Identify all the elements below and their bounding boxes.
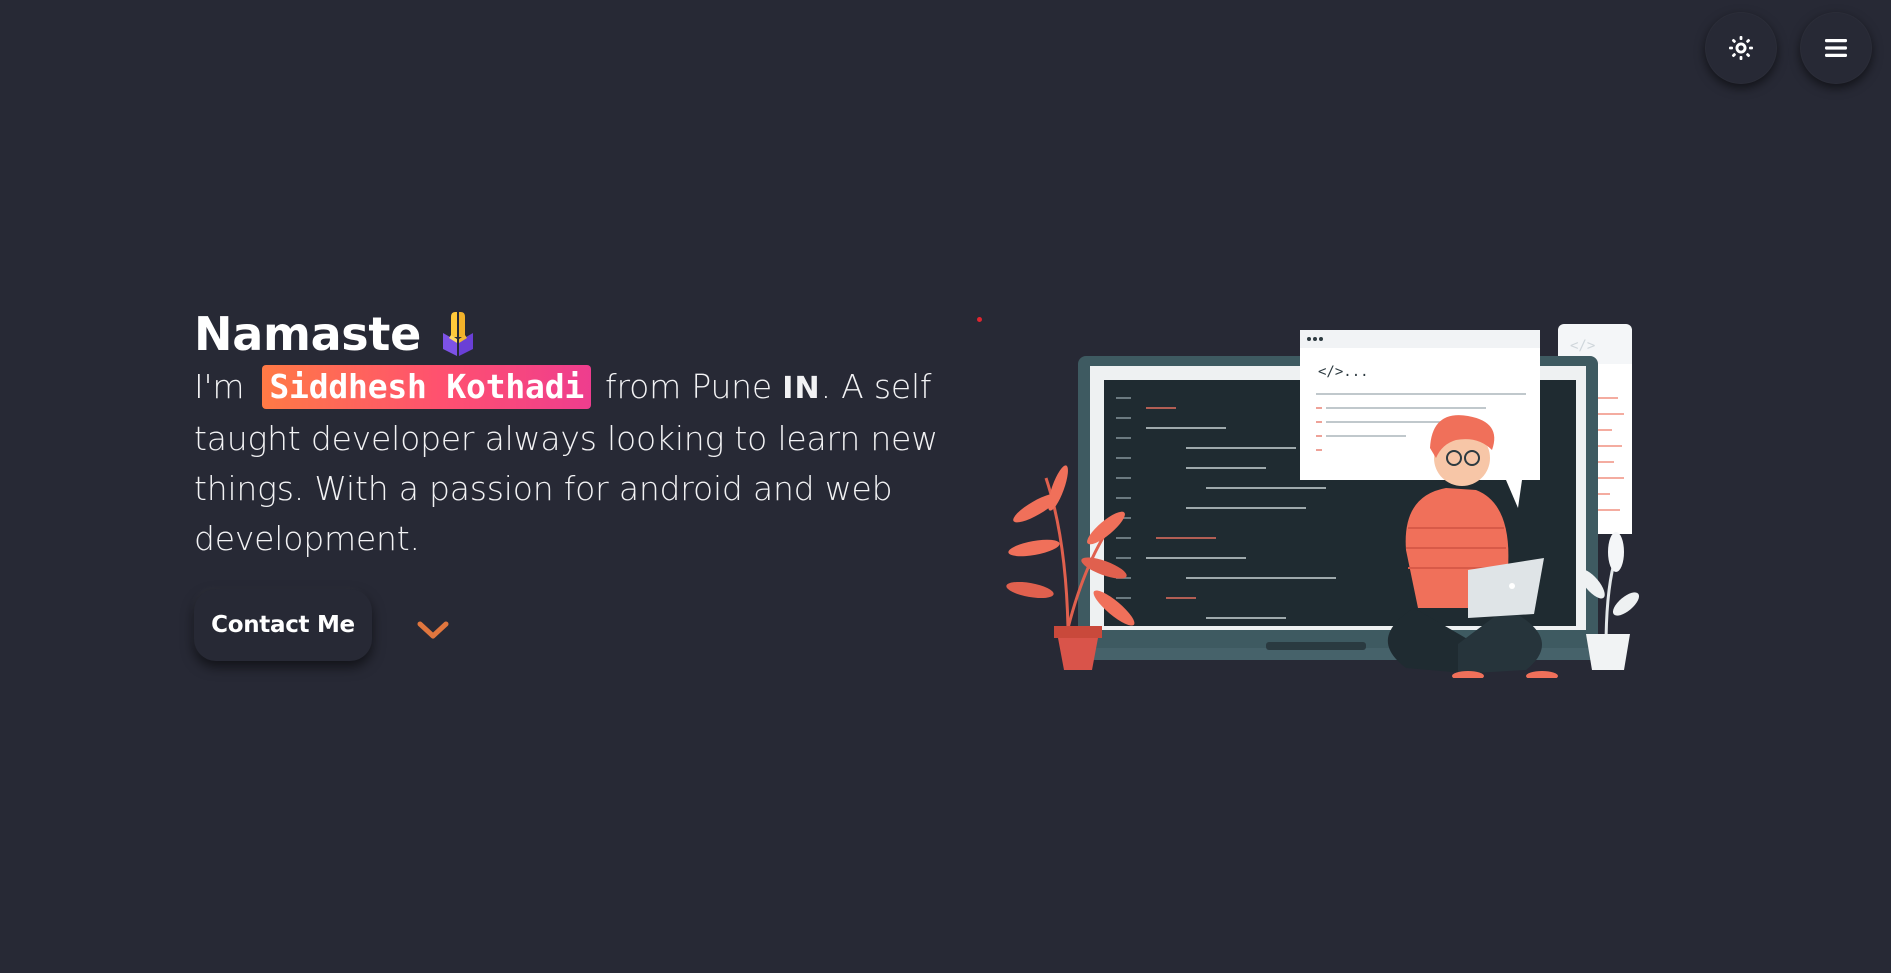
hero-section: Namaste I'm Siddhesh Kothadi from Pune IN.… bbox=[194, 306, 954, 564]
greeting-text: Namaste bbox=[194, 307, 421, 361]
intro-paragraph: I'm Siddhesh Kothadi from Pune IN. A self … bbox=[194, 362, 954, 564]
folded-hands-icon bbox=[442, 312, 473, 356]
sentence-end: . A bbox=[820, 367, 864, 406]
menu-button[interactable] bbox=[1800, 12, 1872, 84]
name-highlight: Siddhesh Kothadi bbox=[262, 365, 592, 409]
hamburger-menu-icon bbox=[1825, 39, 1847, 57]
from-text: from Pune bbox=[605, 367, 772, 406]
code-tag: </>... bbox=[1318, 364, 1369, 380]
faded-code-tag: </> bbox=[1570, 338, 1595, 354]
developer-illustration: </> </>... bbox=[1006, 324, 1640, 678]
hero-actions: Contact Me bbox=[194, 589, 450, 661]
intro-prefix: I'm bbox=[194, 367, 245, 406]
sun-icon bbox=[1729, 36, 1753, 60]
chevron-down-icon[interactable] bbox=[416, 620, 450, 642]
decorative-dot bbox=[977, 317, 982, 322]
theme-toggle-button[interactable] bbox=[1705, 12, 1777, 84]
greeting-heading: Namaste bbox=[194, 306, 954, 362]
contact-me-button[interactable]: Contact Me bbox=[194, 589, 372, 661]
country-code: IN bbox=[782, 371, 821, 406]
portfolio-page: Namaste I'm Siddhesh Kothadi from Pune IN.… bbox=[0, 0, 1891, 973]
